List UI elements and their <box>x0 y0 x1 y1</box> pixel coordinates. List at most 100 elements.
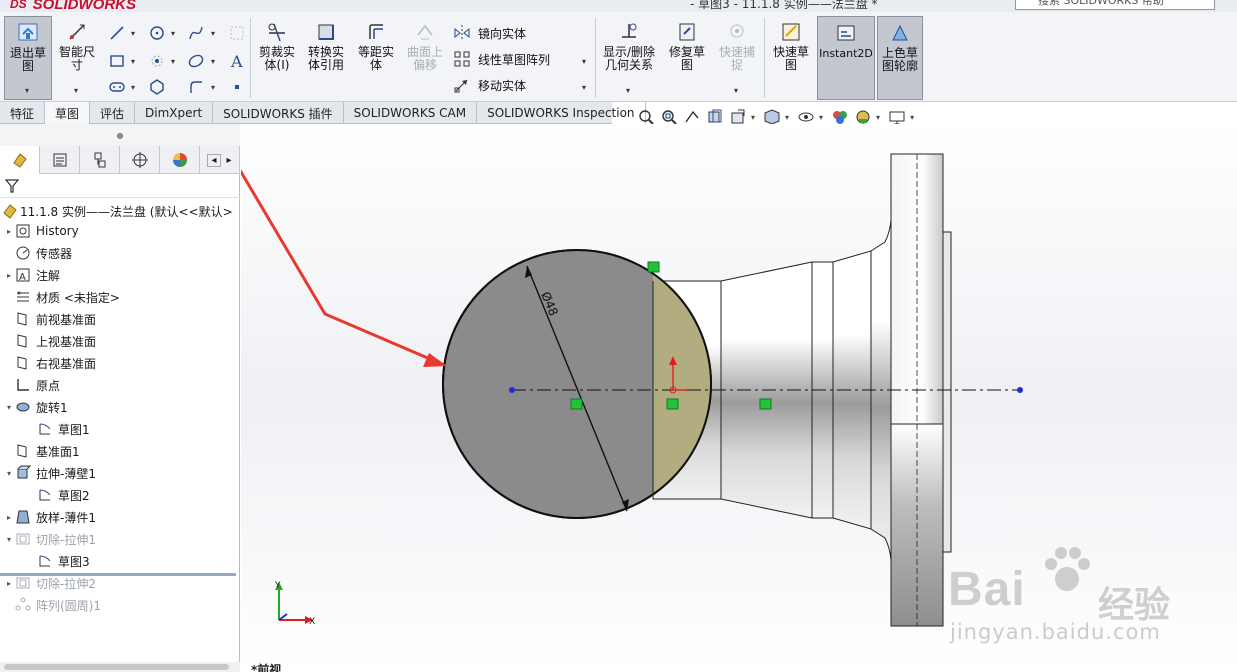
tree-item[interactable]: 前视基准面 <box>4 310 96 328</box>
horizontal-scrollbar[interactable] <box>0 662 240 672</box>
tree-expand-toggle-icon[interactable]: ▾ <box>4 403 14 412</box>
quick-snaps-button[interactable]: 快速捕 捉 <box>714 20 760 72</box>
tree-expand-toggle-icon[interactable]: ▾ <box>4 469 14 478</box>
relations-dropdown[interactable]: ▾ <box>626 86 630 95</box>
rollback-bar[interactable] <box>0 573 236 576</box>
tree-item[interactable]: 原点 <box>4 376 60 394</box>
dimxpert-manager-tab[interactable] <box>120 146 160 174</box>
line-dropdown[interactable]: ▾ <box>131 29 135 38</box>
tree-expand-toggle-icon[interactable]: ▸ <box>4 579 14 588</box>
scrollbar-thumb[interactable] <box>4 664 229 670</box>
display-delete-relations-button[interactable]: 显示/删除 几何关系 <box>598 20 660 72</box>
display-style-dropdown[interactable]: ▾ <box>785 113 789 122</box>
fillet-icon[interactable] <box>185 76 207 98</box>
offset-on-surface-button[interactable]: 曲面上 偏移 <box>402 20 448 72</box>
tree-item[interactable]: 上视基准面 <box>4 332 96 350</box>
tree-expand-toggle-icon[interactable]: ▸ <box>4 227 14 236</box>
tree-item[interactable]: 传感器 <box>4 244 72 262</box>
slot-icon[interactable] <box>106 76 128 98</box>
help-search-input[interactable]: 搜索 SOLIDWORKS 帮助 <box>1015 0 1215 10</box>
point-dropdown[interactable]: ▾ <box>171 57 175 66</box>
view-settings-dropdown[interactable]: ▾ <box>910 113 914 122</box>
tab-scroll-arrows[interactable]: ◂ ▸ <box>200 146 240 174</box>
tree-item[interactable]: 草图3 <box>26 552 90 570</box>
text-icon[interactable]: A <box>226 50 248 72</box>
tree-item[interactable]: 材质 <未指定> <box>4 288 120 306</box>
feature-manager-tab[interactable] <box>0 146 40 174</box>
convert-entities-button[interactable]: 转换实 体引用 <box>302 20 350 72</box>
tab-features[interactable]: 特征 <box>0 102 46 124</box>
smart-dimension-button[interactable]: 智能尺 寸 <box>55 20 99 72</box>
offset-entities-button[interactable]: 等距实 体 <box>353 20 399 72</box>
filter-icon[interactable] <box>4 178 20 197</box>
panel-grip[interactable]: ● <box>0 124 240 146</box>
tab-evaluate[interactable]: 评估 <box>90 102 136 124</box>
tree-item[interactable]: 右视基准面 <box>4 354 96 372</box>
tree-item[interactable]: 草图1 <box>26 420 90 438</box>
tree-item[interactable]: ▾ 切除-拉伸1 <box>4 530 96 548</box>
tree-item[interactable]: ▾ 旋转1 <box>4 398 68 416</box>
tab-dimxpert[interactable]: DimXpert <box>135 102 214 124</box>
solidworks-logo[interactable]: DS SOLIDWORKS <box>10 0 136 12</box>
tree-item[interactable]: 草图2 <box>26 486 90 504</box>
tree-item[interactable]: ▸ A 注解 <box>4 266 60 284</box>
display-manager-tab[interactable] <box>160 146 200 174</box>
instant2d-button[interactable]: Instant2D <box>817 16 875 100</box>
scene-dropdown[interactable]: ▾ <box>876 113 880 122</box>
exit-sketch-dropdown[interactable]: ▾ <box>25 86 29 95</box>
view-orientation-dropdown[interactable]: ▾ <box>751 113 755 122</box>
tab-scroll-right-icon[interactable]: ▸ <box>227 155 232 166</box>
tree-expand-toggle-icon[interactable]: ▸ <box>4 513 14 522</box>
relation-glyph[interactable] <box>666 398 679 410</box>
tree-item[interactable]: 阵列(圆周)1 <box>4 596 101 614</box>
move-entities-button[interactable]: 移动实体 <box>452 76 526 94</box>
shaded-sketch-contours-button[interactable]: 上色草 图轮廓 <box>877 16 923 100</box>
repair-sketch-button[interactable]: 修复草 图 <box>664 20 710 72</box>
line-icon[interactable] <box>106 22 128 44</box>
tree-root-part[interactable]: 11.1.8 实例——法兰盘 (默认<<默认> <box>0 202 233 220</box>
spline-dropdown[interactable]: ▾ <box>211 29 215 38</box>
linear-pattern-button[interactable]: 线性草图阵列 <box>452 50 550 68</box>
rectangle-icon[interactable] <box>106 50 128 72</box>
tab-sketch[interactable]: 草图 <box>45 102 91 124</box>
plane-icon[interactable] <box>226 22 248 44</box>
mirror-entities-label: 镜向实体 <box>478 26 527 41</box>
relation-glyph[interactable] <box>759 398 772 410</box>
tree-expand-toggle-icon[interactable]: ▸ <box>4 271 14 280</box>
centerline-endpoint-right[interactable] <box>1017 387 1023 393</box>
tree-item[interactable]: ▸ History <box>4 222 79 240</box>
linear-pattern-dropdown[interactable]: ▾ <box>582 57 586 66</box>
small-point-icon[interactable] <box>226 76 248 98</box>
hide-show-dropdown[interactable]: ▾ <box>819 113 823 122</box>
rapid-sketch-button[interactable]: 快速草 图 <box>768 20 814 72</box>
centerline-endpoint-left[interactable] <box>509 387 515 393</box>
tree-item[interactable]: ▸ 放样-薄件1 <box>4 508 96 526</box>
quick-snaps-dropdown[interactable]: ▾ <box>734 86 738 95</box>
tree-item[interactable]: ▾ 拉伸-薄壁1 <box>4 464 96 482</box>
polygon-icon[interactable] <box>146 76 168 98</box>
tab-solidworks-addins[interactable]: SOLIDWORKS 插件 <box>213 102 344 124</box>
smart-dimension-dropdown[interactable]: ▾ <box>74 86 78 95</box>
circle-icon[interactable] <box>146 22 168 44</box>
tree-item[interactable]: ▸ 切除-拉伸2 <box>4 574 96 592</box>
mirror-entities-button[interactable]: 镜向实体 <box>452 24 526 42</box>
tab-solidworks-inspection[interactable]: SOLIDWORKS Inspection <box>477 102 646 124</box>
relation-glyph[interactable] <box>647 261 660 273</box>
slot-dropdown[interactable]: ▾ <box>131 83 135 92</box>
fillet-dropdown[interactable]: ▾ <box>211 83 215 92</box>
ellipse-dropdown[interactable]: ▾ <box>211 57 215 66</box>
rectangle-dropdown[interactable]: ▾ <box>131 57 135 66</box>
tree-expand-toggle-icon[interactable]: ▾ <box>4 535 14 544</box>
point-icon[interactable] <box>146 50 168 72</box>
relation-glyph[interactable] <box>570 398 583 410</box>
trim-entities-button[interactable]: 剪裁实 体(I) <box>254 20 300 72</box>
tab-solidworks-cam[interactable]: SOLIDWORKS CAM <box>344 102 478 124</box>
spline-icon[interactable] <box>185 22 207 44</box>
move-entities-dropdown[interactable]: ▾ <box>582 83 586 92</box>
configuration-manager-tab[interactable] <box>80 146 120 174</box>
tree-item[interactable]: 基准面1 <box>4 442 80 460</box>
tab-scroll-left-icon[interactable]: ◂ <box>207 153 221 167</box>
ellipse-icon[interactable] <box>185 50 207 72</box>
circle-dropdown[interactable]: ▾ <box>171 29 175 38</box>
property-manager-tab[interactable] <box>40 146 80 174</box>
